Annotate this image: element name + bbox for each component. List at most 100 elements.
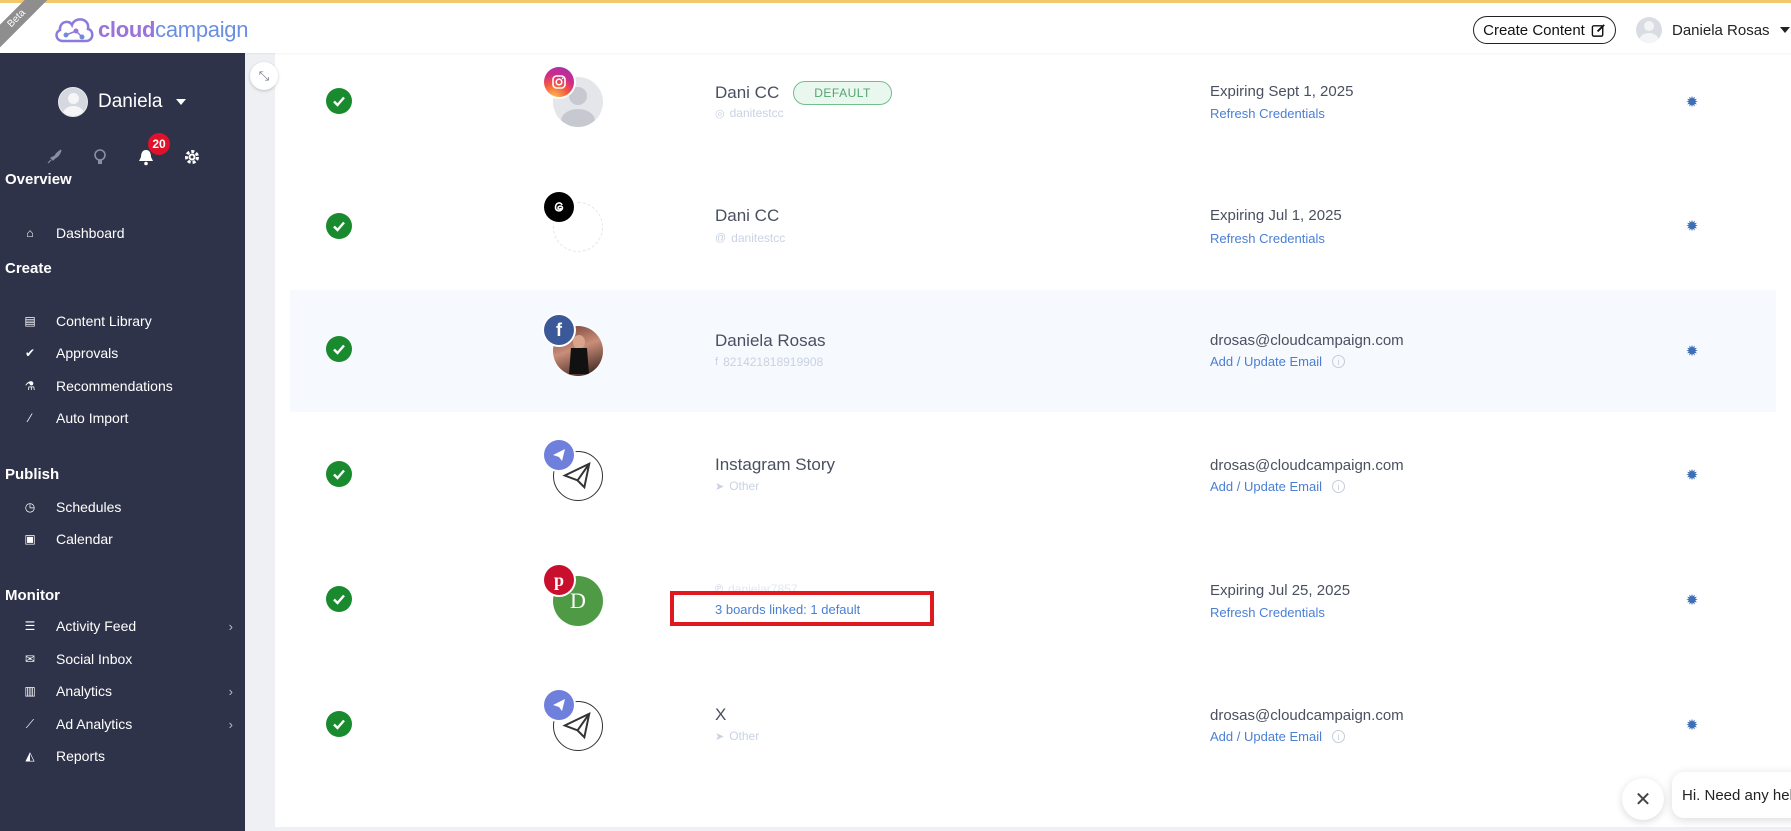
gear-icon[interactable]: ✹ xyxy=(1684,717,1700,734)
threads-icon xyxy=(544,192,574,222)
sidebar: Daniela 20 Overview ⌂ Dashboard Create ▤… xyxy=(0,53,245,831)
instagram-small-icon: ◎ xyxy=(715,107,725,120)
instagram-icon xyxy=(544,67,574,97)
account-status: Expiring Jul 1, 2025 xyxy=(1210,207,1342,224)
close-icon: ✕ xyxy=(1634,788,1652,811)
sidebar-item-schedules[interactable]: ◷ Schedules xyxy=(0,493,245,521)
facebook-icon: f xyxy=(544,315,574,345)
refresh-credentials-link[interactable]: Refresh Credentials xyxy=(1210,605,1325,620)
account-name: Dani CC xyxy=(715,206,779,226)
connected-check-icon xyxy=(326,88,352,114)
add-update-email-link[interactable]: Add / Update Email i xyxy=(1210,729,1346,744)
gear-icon[interactable]: ✹ xyxy=(1684,343,1700,360)
gear-icon[interactable]: ✹ xyxy=(1684,467,1700,484)
sidebar-item-calendar[interactable]: ▣ Calendar xyxy=(0,525,245,553)
logo-text-cloud: cloud xyxy=(98,17,156,42)
account-handle: ➤ Other xyxy=(715,729,759,743)
line-chart-icon: ⟋ xyxy=(25,716,35,731)
file-image-icon: ▤ xyxy=(24,314,36,328)
account-name-text: Instagram Story xyxy=(715,455,835,474)
connected-check-icon xyxy=(326,586,352,612)
refresh-credentials-label: Refresh Credentials xyxy=(1210,106,1325,121)
check-circle-icon: ✔ xyxy=(24,346,36,360)
sidebar-item-dashboard[interactable]: ⌂ Dashboard xyxy=(0,219,245,247)
account-status: Expiring Jul 25, 2025 xyxy=(1210,582,1351,599)
sidebar-item-ad-analytics[interactable]: ⟋ Ad Analytics › xyxy=(0,710,245,738)
sidebar-item-reports[interactable]: ◭ Reports xyxy=(0,742,245,770)
section-monitor: Monitor xyxy=(5,587,60,604)
logo-text: cloudcampaign xyxy=(98,17,248,43)
chevron-right-icon: › xyxy=(228,683,233,699)
paper-plane-icon xyxy=(544,440,574,470)
expand-collapse-button[interactable]: ⤡ xyxy=(250,62,278,90)
section-publish: Publish xyxy=(5,466,60,483)
user-menu[interactable]: Daniela Rosas xyxy=(1636,16,1790,44)
sidebar-item-content-library[interactable]: ▤ Content Library xyxy=(0,307,245,335)
account-row: Dani CC DEFAULT ◎ danitestcc Expiring Se… xyxy=(290,40,1776,162)
add-update-email-link[interactable]: Add / Update Email i xyxy=(1210,354,1346,369)
gear-icon[interactable]: ✹ xyxy=(1684,94,1700,111)
create-content-button[interactable]: Create Content xyxy=(1473,16,1616,44)
avatar xyxy=(58,87,88,117)
connected-check-icon xyxy=(326,461,352,487)
bar-chart-icon: ▥ xyxy=(24,684,36,698)
sidebar-user-menu[interactable]: Daniela xyxy=(58,87,187,117)
cloud-logo-icon xyxy=(55,18,94,43)
account-row: p D ℗ danielar7857 3 boards linked: 1 de… xyxy=(290,540,1776,662)
envelope-icon: ✉ xyxy=(24,652,36,666)
account-email: drosas@cloudcampaign.com xyxy=(1210,707,1404,724)
lightbulb-icon[interactable] xyxy=(88,145,112,169)
refresh-credentials-link[interactable]: Refresh Credentials xyxy=(1210,231,1325,246)
account-name-text: X xyxy=(715,705,727,724)
sidebar-item-label: Activity Feed xyxy=(56,618,137,634)
sidebar-item-approvals[interactable]: ✔ Approvals xyxy=(0,339,245,367)
sidebar-user-name: Daniela xyxy=(98,91,163,112)
account-name-text: Dani CC xyxy=(715,206,780,225)
highlight-annotation-box xyxy=(670,591,934,626)
sidebar-item-label: Social Inbox xyxy=(56,651,133,667)
chat-greeting-bubble[interactable]: Hi. Need any help? xyxy=(1672,772,1791,818)
bell-icon[interactable]: 20 xyxy=(134,133,170,169)
gear-icon[interactable]: ✹ xyxy=(1684,592,1700,609)
info-icon[interactable]: i xyxy=(1332,730,1346,743)
gear-icon[interactable] xyxy=(180,145,204,169)
account-handle-text: 821421818919908 xyxy=(723,355,824,369)
sidebar-item-label: Content Library xyxy=(56,313,152,329)
area-chart-icon: ◭ xyxy=(25,749,35,763)
sidebar-item-analytics[interactable]: ▥ Analytics › xyxy=(0,677,245,705)
magic-wand-icon: ⁄ xyxy=(28,411,31,425)
connected-check-icon xyxy=(326,711,352,737)
expand-arrows-icon: ⤡ xyxy=(258,68,270,83)
info-icon[interactable]: i xyxy=(1332,480,1346,493)
account-name: Instagram Story xyxy=(715,455,835,475)
create-content-label: Create Content xyxy=(1483,21,1585,39)
logo[interactable]: cloudcampaign xyxy=(52,11,248,49)
sidebar-item-label: Ad Analytics xyxy=(56,716,133,732)
info-icon[interactable]: i xyxy=(1332,355,1346,368)
section-create: Create xyxy=(5,260,52,277)
caret-down-icon xyxy=(1779,27,1790,33)
notification-badge: 20 xyxy=(148,133,170,155)
sidebar-item-social-inbox[interactable]: ✉ Social Inbox xyxy=(0,645,245,673)
sidebar-item-label: Calendar xyxy=(56,531,113,547)
chat-close-button[interactable]: ✕ xyxy=(1622,778,1664,820)
sidebar-item-auto-import[interactable]: ⁄ Auto Import xyxy=(0,404,245,432)
sidebar-item-label: Reports xyxy=(56,748,106,764)
gear-icon[interactable]: ✹ xyxy=(1684,218,1700,235)
refresh-credentials-label: Refresh Credentials xyxy=(1210,605,1325,620)
edit-icon xyxy=(1591,23,1605,37)
paper-plane-icon xyxy=(544,690,574,720)
add-update-email-link[interactable]: Add / Update Email i xyxy=(1210,479,1346,494)
facebook-small-icon: f xyxy=(715,356,719,368)
paper-plane-small-icon: ➤ xyxy=(715,730,725,743)
rocket-icon[interactable] xyxy=(42,145,66,169)
account-row: Dani CC @ danitestcc Expiring Jul 1, 202… xyxy=(290,165,1776,287)
account-name-text: Dani CC xyxy=(715,83,780,102)
flask-icon: ⚗ xyxy=(24,379,36,393)
chevron-right-icon: › xyxy=(228,716,233,732)
refresh-credentials-link[interactable]: Refresh Credentials xyxy=(1210,106,1325,121)
sidebar-item-activity-feed[interactable]: ☰ Activity Feed › xyxy=(0,612,245,640)
account-name: X xyxy=(715,705,726,725)
sidebar-item-recommendations[interactable]: ⚗ Recommendations xyxy=(0,372,245,400)
sidebar-item-label: Analytics xyxy=(56,683,113,699)
